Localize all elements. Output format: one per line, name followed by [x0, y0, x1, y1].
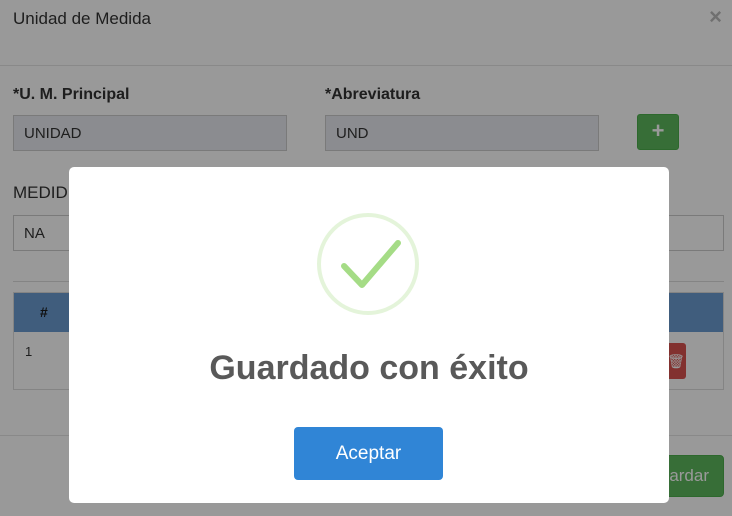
- accept-button[interactable]: Aceptar: [294, 427, 443, 480]
- success-dialog: Guardado con éxito Aceptar: [69, 167, 669, 503]
- success-check-icon: [317, 213, 419, 315]
- dialog-title: Guardado con éxito: [209, 349, 529, 387]
